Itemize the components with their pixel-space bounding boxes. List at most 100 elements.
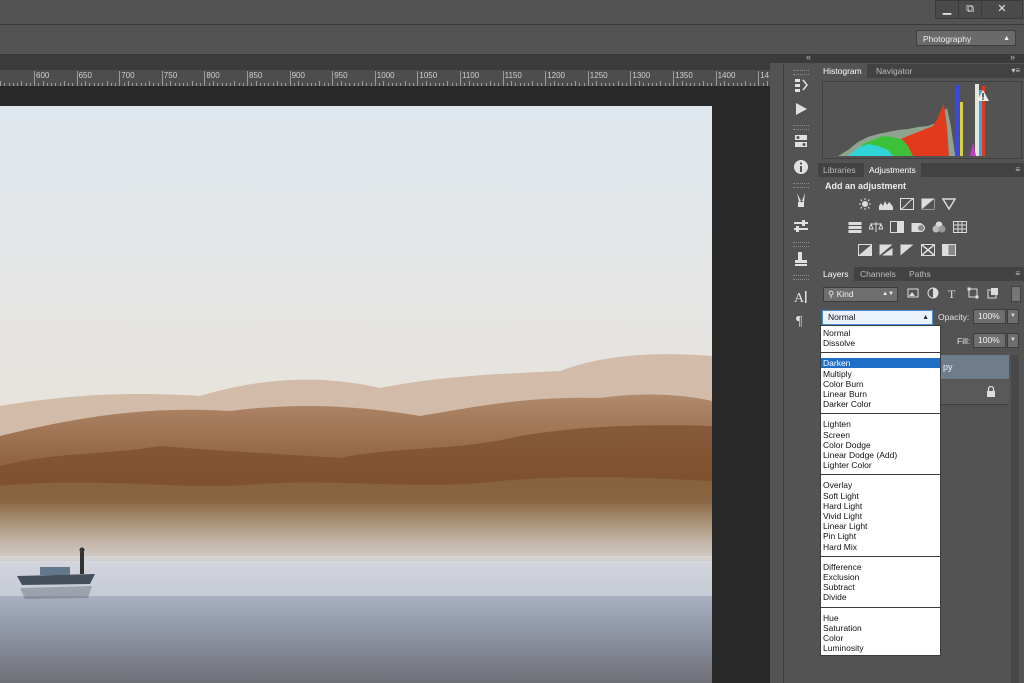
play-actions-icon[interactable] bbox=[792, 100, 810, 118]
channel-mixer-icon[interactable] bbox=[932, 221, 946, 233]
panel-menu-icon[interactable]: ▾≡ bbox=[1011, 64, 1020, 78]
ruler-minor-tick bbox=[579, 83, 580, 86]
blend-mode-option[interactable]: Hard Light bbox=[821, 501, 940, 511]
blend-mode-option[interactable]: Pin Light bbox=[821, 531, 940, 541]
invert-icon[interactable] bbox=[858, 244, 872, 256]
minimize-button[interactable]: ▁ bbox=[935, 0, 959, 19]
exposure-icon[interactable] bbox=[921, 198, 935, 210]
tool-presets-icon[interactable] bbox=[792, 217, 810, 235]
ruler-tick-label: 1050 bbox=[419, 71, 438, 80]
tab-histogram[interactable]: Histogram bbox=[818, 64, 867, 78]
brightness-contrast-icon[interactable] bbox=[858, 198, 872, 210]
restore-button[interactable]: ⧉ bbox=[958, 0, 982, 19]
posterize-icon[interactable] bbox=[879, 244, 893, 256]
blend-mode-option[interactable]: Divide bbox=[821, 592, 940, 602]
blend-mode-option[interactable]: Lighter Color bbox=[821, 460, 940, 470]
ruler-minor-tick bbox=[435, 83, 436, 86]
grip-handle[interactable] bbox=[793, 183, 809, 188]
opacity-dropdown[interactable]: ▼ bbox=[1007, 309, 1019, 324]
tab-libraries[interactable]: Libraries bbox=[818, 163, 861, 177]
panel-menu-icon[interactable]: ≡ bbox=[1015, 267, 1020, 281]
brush-presets-icon[interactable] bbox=[792, 191, 810, 209]
tab-paths[interactable]: Paths bbox=[904, 267, 936, 281]
blend-mode-select[interactable]: Normal ▲ bbox=[822, 310, 933, 325]
layer-filter-kind[interactable]: ⚲ Kind ▲▼ bbox=[823, 287, 898, 302]
expand-icon[interactable]: » bbox=[1010, 52, 1015, 62]
blend-mode-option[interactable]: Color Dodge bbox=[821, 440, 940, 450]
blend-mode-option[interactable]: Color Burn bbox=[821, 379, 940, 389]
blend-mode-option[interactable]: Lighten bbox=[821, 419, 940, 429]
curves-icon[interactable] bbox=[900, 198, 914, 210]
history-icon[interactable] bbox=[792, 76, 810, 94]
blend-mode-option[interactable]: Linear Burn bbox=[821, 389, 940, 399]
blend-mode-option[interactable]: Normal bbox=[821, 328, 940, 338]
blend-mode-option[interactable]: Linear Light bbox=[821, 521, 940, 531]
filter-toggle[interactable] bbox=[1011, 286, 1021, 302]
fill-dropdown[interactable]: ▼ bbox=[1007, 333, 1019, 348]
grip-handle[interactable] bbox=[793, 242, 809, 247]
blend-mode-option[interactable]: Vivid Light bbox=[821, 511, 940, 521]
warning-icon[interactable] bbox=[977, 90, 989, 101]
levels-icon[interactable] bbox=[879, 198, 893, 210]
panel-menu-icon[interactable]: ≡ bbox=[1015, 163, 1020, 177]
color-lookup-icon[interactable] bbox=[953, 221, 967, 233]
type-layer-filter-icon[interactable]: T bbox=[947, 287, 959, 299]
grip-handle[interactable] bbox=[793, 70, 809, 75]
grip-handle[interactable] bbox=[793, 275, 809, 280]
opacity-input[interactable]: 100% bbox=[973, 309, 1006, 324]
filter-kind-label: Kind bbox=[836, 289, 854, 299]
dock-collapse-bar[interactable]: « » bbox=[770, 52, 1024, 63]
threshold-icon[interactable] bbox=[900, 244, 914, 256]
blend-mode-option[interactable]: Dissolve bbox=[821, 338, 940, 348]
ruler-minor-tick bbox=[588, 83, 589, 86]
paragraph-icon[interactable]: ¶ bbox=[792, 310, 810, 329]
hue-saturation-icon[interactable] bbox=[848, 221, 862, 233]
clone-source-icon[interactable] bbox=[792, 250, 810, 268]
tab-layers[interactable]: Layers bbox=[818, 267, 854, 281]
blend-mode-option[interactable]: Screen bbox=[821, 430, 940, 440]
gradient-map-icon[interactable] bbox=[942, 244, 956, 256]
blend-mode-option[interactable]: Subtract bbox=[821, 582, 940, 592]
blend-mode-option[interactable]: Soft Light bbox=[821, 491, 940, 501]
ruler-minor-tick bbox=[686, 83, 687, 86]
blend-mode-option[interactable]: Saturation bbox=[821, 623, 940, 633]
grip-handle[interactable] bbox=[793, 125, 809, 130]
blend-mode-option[interactable]: Linear Dodge (Add) bbox=[821, 450, 940, 460]
workspace-switcher[interactable]: Photography ▲ bbox=[916, 30, 1016, 46]
layers-scrollbar[interactable] bbox=[1011, 355, 1019, 683]
color-balance-icon[interactable] bbox=[869, 221, 883, 233]
vibrance-icon[interactable] bbox=[942, 198, 956, 210]
black-white-icon[interactable] bbox=[890, 221, 904, 233]
blend-mode-option[interactable]: Luminosity bbox=[821, 643, 940, 653]
blend-mode-option[interactable]: Exclusion bbox=[821, 572, 940, 582]
close-button[interactable]: ✕ bbox=[981, 0, 1023, 19]
selective-color-icon[interactable] bbox=[921, 244, 935, 256]
adjustment-layer-filter-icon[interactable] bbox=[927, 287, 939, 299]
smart-object-filter-icon[interactable] bbox=[987, 287, 999, 299]
collapse-icon[interactable]: « bbox=[806, 52, 811, 62]
photo-filter-icon[interactable] bbox=[911, 221, 925, 233]
tab-channels[interactable]: Channels bbox=[855, 267, 901, 281]
blend-mode-option[interactable]: Darker Color bbox=[821, 399, 940, 409]
blend-mode-option[interactable]: Hard Mix bbox=[821, 542, 940, 552]
blend-mode-option[interactable]: Color bbox=[821, 633, 940, 643]
ruler-minor-tick bbox=[34, 83, 35, 86]
pixel-layer-filter-icon[interactable] bbox=[907, 287, 919, 299]
ruler-minor-tick bbox=[68, 83, 69, 86]
horizontal-ruler[interactable]: 600 650 700 750 800 850 900 950 1000 1050 1100 1150… bbox=[0, 70, 770, 87]
ruler-minor-tick bbox=[690, 83, 691, 86]
blend-mode-option[interactable]: Multiply bbox=[821, 369, 940, 379]
blend-mode-option[interactable]: Darken bbox=[821, 358, 940, 369]
blend-mode-option[interactable]: Overlay bbox=[821, 480, 940, 490]
document-photo[interactable] bbox=[0, 106, 712, 683]
blend-mode-option[interactable]: Difference bbox=[821, 562, 940, 572]
fill-input[interactable]: 100% bbox=[973, 333, 1006, 348]
ruler-minor-tick bbox=[43, 81, 44, 86]
info-icon[interactable] bbox=[792, 158, 810, 176]
shape-layer-filter-icon[interactable] bbox=[967, 287, 979, 299]
blend-mode-option[interactable]: Hue bbox=[821, 613, 940, 623]
tab-adjustments[interactable]: Adjustments bbox=[864, 163, 921, 177]
tab-navigator[interactable]: Navigator bbox=[871, 64, 917, 78]
character-icon[interactable]: A bbox=[792, 287, 810, 306]
properties-icon[interactable] bbox=[792, 132, 810, 150]
